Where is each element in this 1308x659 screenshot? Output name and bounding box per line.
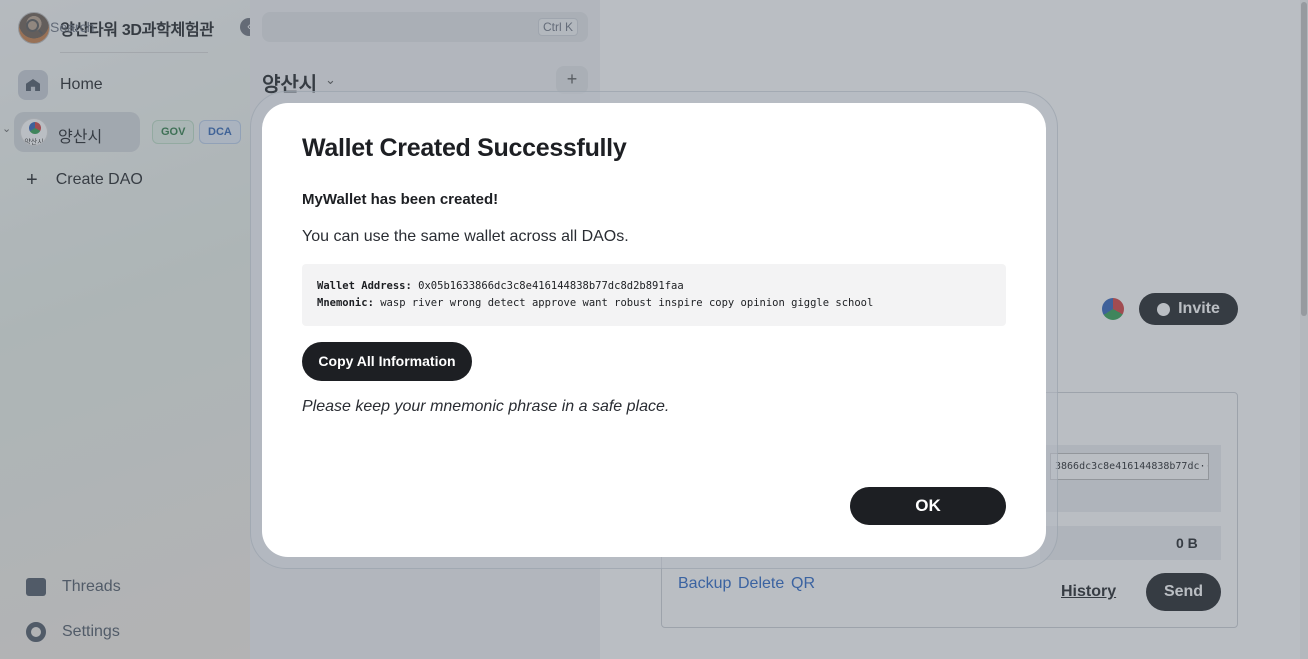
mnemonic-value: wasp river wrong detect approve want rob…: [380, 297, 874, 309]
mnemonic-line: Mnemonic: wasp river wrong detect approv…: [317, 295, 991, 312]
safety-note: Please keep your mnemonic phrase in a sa…: [302, 398, 670, 415]
copy-all-button[interactable]: Copy All Information: [302, 342, 472, 381]
address-label: Wallet Address:: [317, 280, 412, 292]
ok-button[interactable]: OK: [850, 487, 1006, 525]
address-value: 0x05b1633866dc3c8e416144838b77dc8d2b891f…: [418, 280, 684, 292]
wallet-info-box: Wallet Address: 0x05b1633866dc3c8e416144…: [302, 264, 1006, 326]
dialog-message: You can use the same wallet across all D…: [302, 228, 629, 245]
dialog-subtitle: MyWallet has been created!: [302, 191, 499, 208]
address-line: Wallet Address: 0x05b1633866dc3c8e416144…: [317, 278, 991, 295]
dialog-title: Wallet Created Successfully: [302, 134, 627, 162]
mnemonic-label: Mnemonic:: [317, 297, 374, 309]
